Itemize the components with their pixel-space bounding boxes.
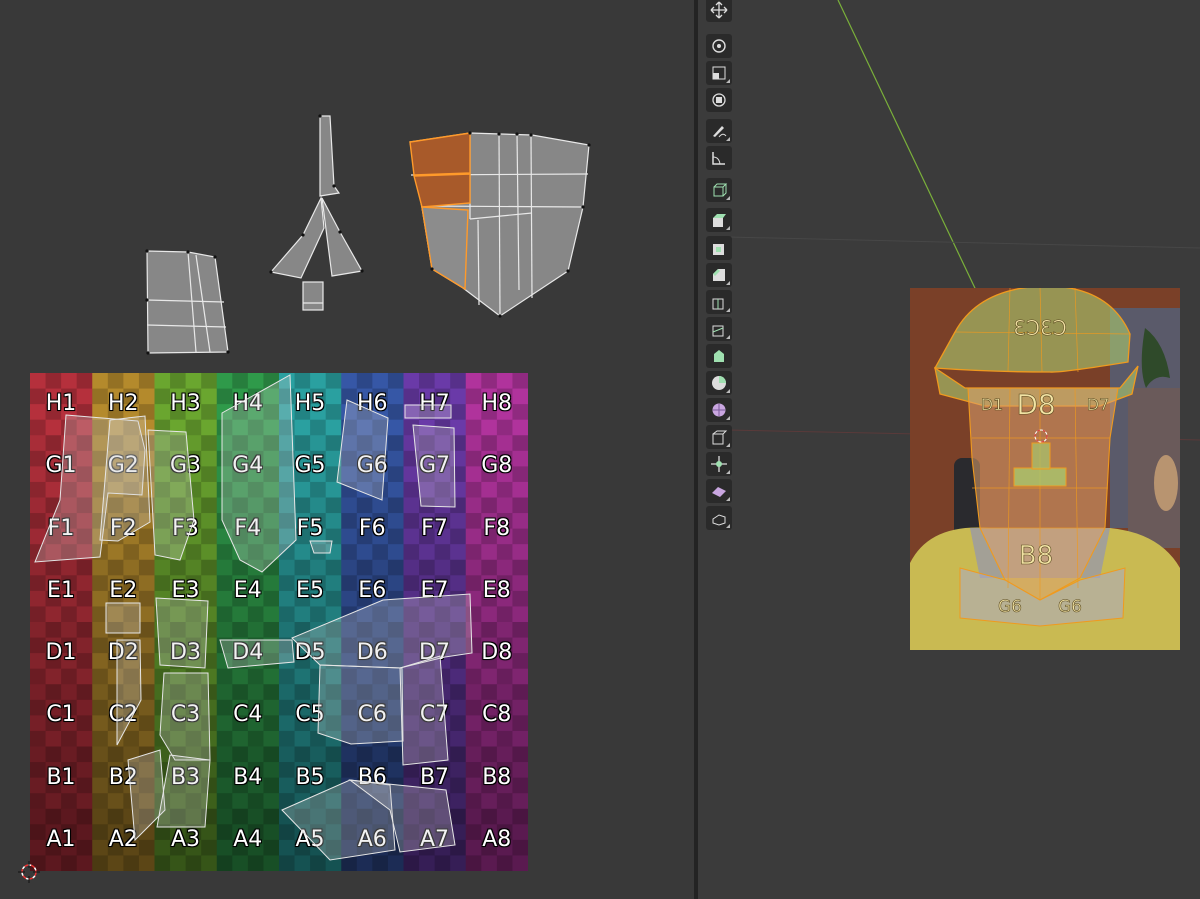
face-label-d7: D7 — [1087, 395, 1110, 414]
measure-icon — [712, 152, 725, 165]
face-label-g6b: G6 — [1058, 597, 1082, 617]
poly-build-tool-button[interactable] — [706, 344, 732, 368]
smooth-tool-button[interactable] — [706, 398, 732, 422]
transform-icon — [712, 93, 726, 107]
extrude-region-tool-button[interactable] — [706, 208, 732, 232]
face-label-d1: D1 — [981, 395, 1004, 414]
spin-tool-button[interactable] — [706, 371, 732, 395]
knife-tool-button[interactable] — [706, 317, 732, 341]
measure-tool-button[interactable] — [706, 146, 732, 170]
transform-tool-button[interactable] — [706, 88, 732, 112]
uv-editor-panel[interactable]: H1H2H3H4H5H6H7H8G1G2G3G4G5G6G7G8F1F2F3F4… — [0, 0, 694, 899]
poly-build-icon — [714, 350, 724, 362]
camera-background-image: D8 B8 C3C3 G6 G6 D1 D7 — [910, 288, 1180, 650]
uv-island-selected-top — [409, 132, 471, 176]
uv-island-spire — [319, 115, 341, 197]
uv-island-stem — [302, 281, 324, 311]
add-cube-tool-button[interactable] — [706, 178, 732, 202]
face-label-g6a: G6 — [998, 597, 1022, 617]
rotate-tool-button[interactable] — [706, 34, 732, 58]
uv-island-arrow-right — [321, 197, 363, 277]
face-label-b8: B8 — [1019, 541, 1053, 571]
rip-region-tool-button[interactable] — [706, 506, 732, 530]
face-label-c3c3: C3C3 — [1013, 316, 1066, 340]
bevel-tool-button[interactable] — [706, 263, 732, 287]
uv-island-arrow — [269, 195, 325, 279]
inset-faces-tool-button[interactable] — [706, 236, 732, 260]
loop-cut-tool-button[interactable] — [706, 290, 732, 314]
face-label-d8: D8 — [1016, 388, 1055, 421]
annotate-tool-button[interactable] — [706, 119, 732, 143]
scale-tool-button[interactable] — [706, 61, 732, 85]
shear-tool-button[interactable] — [706, 479, 732, 503]
uv-islands-overlay[interactable] — [0, 0, 694, 899]
move-tool-button[interactable] — [706, 0, 732, 22]
uv-island-selected-mid — [413, 173, 471, 208]
move-icon — [710, 1, 728, 19]
shrink-fatten-tool-button[interactable] — [706, 452, 732, 476]
inset-icon — [713, 244, 724, 255]
2d-cursor-icon[interactable] — [18, 861, 40, 883]
uv-island-selected-lower — [421, 206, 469, 291]
rotate-icon — [712, 39, 726, 53]
edge-slide-tool-button[interactable] — [706, 425, 732, 449]
